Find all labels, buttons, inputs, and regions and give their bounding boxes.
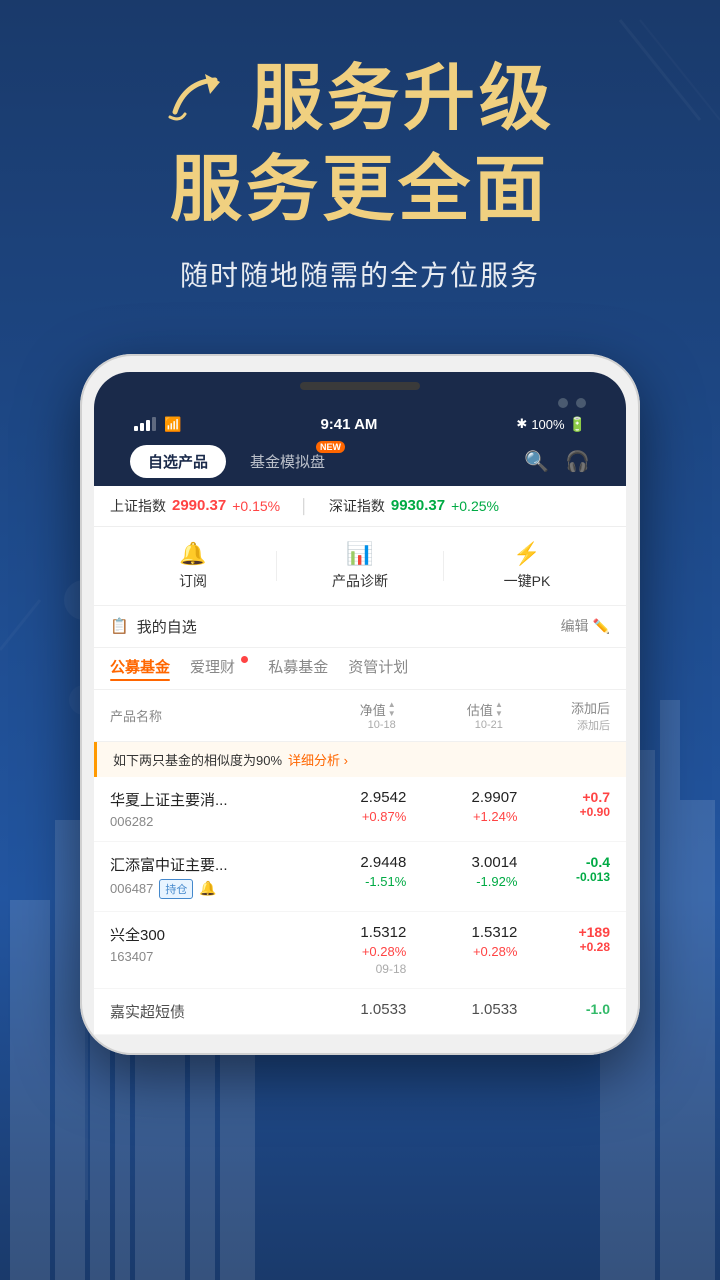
action-diagnose[interactable]: 📊 产品诊断 [277, 541, 443, 591]
watchlist-icon: 📋 [110, 617, 129, 635]
promo-subtitle: 随时随地随需的全方位服务 [40, 254, 680, 294]
status-signal: 📶 [134, 416, 181, 433]
col-header-name: 产品名称 [110, 706, 289, 725]
edit-icon: ✏️ [593, 618, 610, 635]
fund-bell-2: 🔔 [199, 880, 216, 897]
fund-nav-col-3: 1.5312 +0.28% 09-18 [295, 924, 406, 976]
arrow-icon [165, 72, 235, 127]
fund-est-col-3: 1.5312 +0.28% [406, 924, 517, 959]
action-subscribe[interactable]: 🔔 订阅 [110, 541, 276, 591]
fund-tag-2: 持仓 [159, 879, 193, 899]
ticker-shanghai: 上证指数 2990.37 +0.15% [110, 496, 280, 516]
col-header-est: 估值 ▲▼ 10-21 [396, 700, 503, 731]
new-dot-badge [241, 656, 248, 663]
fund-code-3: 163407 [110, 949, 153, 964]
tab-icons: 🔍 🎧 [524, 445, 590, 478]
fund-nav-col-1: 2.9542 +0.87% [295, 789, 406, 824]
sort-arrows-nav: ▲▼ [388, 700, 396, 718]
fund-info-3: 兴全300 163407 [110, 924, 295, 964]
phone-speaker [300, 382, 420, 390]
action-pk[interactable]: ⚡ 一键PK [444, 541, 610, 591]
fund-name-4: 嘉实超短债 [110, 1001, 295, 1022]
watchlist-title: 📋 我的自选 [110, 616, 197, 637]
col-header-nav: 净值 ▲▼ 10-18 [289, 700, 396, 731]
fund-name-2: 汇添富中证主要... [110, 854, 295, 875]
battery-icon: 🔋 [569, 416, 586, 433]
fund-est-col-4: 1.0533 [406, 1001, 517, 1018]
fund-nav-col-2: 2.9448 -1.51% [295, 854, 406, 889]
fund-code-row-1: 006282 [110, 814, 295, 829]
fund-code-row-2: 006487 持仓 🔔 [110, 879, 295, 899]
fund-est-col-2: 3.0014 -1.92% [406, 854, 517, 889]
ticker-shenzhen: 深证指数 9930.37 +0.25% [329, 496, 499, 516]
market-ticker: 上证指数 2990.37 +0.15% │ 深证指数 9930.37 +0.25… [94, 486, 626, 527]
tab-bar: 自选产品 基金模拟盘 NEW 🔍 🎧 [114, 437, 606, 486]
status-time: 9:41 AM [320, 416, 377, 433]
phone-mockup: 📶 9:41 AM ✱ 100% 🔋 自选产品 基金模拟盘 NEW [80, 354, 640, 1055]
wifi-icon: 📶 [164, 416, 181, 433]
promo-section: 服务升级 服务更全面 随时随地随需的全方位服务 [0, 0, 720, 324]
watchlist-header: 📋 我的自选 编辑 ✏️ [94, 606, 626, 648]
phone-camera-row [114, 398, 606, 408]
fund-return-1: +0.7 +0.90 [517, 789, 610, 819]
promo-title-line2: 服务更全面 [40, 147, 680, 233]
fund-return-3: +189 +0.28 [517, 924, 610, 954]
fund-row-1[interactable]: 华夏上证主要消... 006282 2.9542 +0.87% 2.9907 +… [94, 777, 626, 842]
cat-tab-asset-mgmt[interactable]: 资管计划 [348, 656, 408, 681]
tab-fund-simulator[interactable]: 基金模拟盘 NEW [232, 445, 343, 478]
ticker-divider: │ [300, 498, 309, 514]
fund-code-row-3: 163407 [110, 949, 295, 964]
signal-bars-icon [134, 417, 156, 431]
fund-info-4: 嘉实超短债 [110, 1001, 295, 1022]
chart-icon: 📊 [346, 541, 373, 567]
fund-row-4[interactable]: 嘉实超短债 1.0533 1.0533 -1.0 [94, 989, 626, 1035]
cat-tab-public-fund[interactable]: 公募基金 [110, 656, 170, 681]
tab-watchlist[interactable]: 自选产品 [130, 445, 226, 478]
similarity-link[interactable]: 详细分析 › [288, 750, 348, 769]
fund-name-1: 华夏上证主要消... [110, 789, 295, 810]
new-badge: NEW [316, 441, 345, 453]
fund-row-3[interactable]: 兴全300 163407 1.5312 +0.28% 09-18 1.5312 … [94, 912, 626, 989]
cat-tab-wealth[interactable]: 爱理财 [190, 656, 248, 681]
fund-name-3: 兴全300 [110, 924, 295, 945]
battery-percent: 100% [531, 417, 564, 432]
headset-icon[interactable]: 🎧 [565, 449, 590, 474]
category-tabs: 公募基金 爱理财 私募基金 资管计划 [94, 648, 626, 690]
fund-info-1: 华夏上证主要消... 006282 [110, 789, 295, 829]
fund-info-2: 汇添富中证主要... 006487 持仓 🔔 [110, 854, 295, 899]
status-right: ✱ 100% 🔋 [516, 416, 586, 433]
fund-code-2: 006487 [110, 881, 153, 896]
fund-nav-col-4: 1.0533 [295, 1001, 406, 1018]
col-header-return: 添加后 添加后 [503, 698, 610, 733]
status-bar: 📶 9:41 AM ✱ 100% 🔋 [114, 412, 606, 437]
vs-icon: ⚡ [513, 541, 540, 567]
fund-return-2: -0.4 -0.013 [517, 854, 610, 884]
watchlist-edit-button[interactable]: 编辑 ✏️ [561, 616, 610, 636]
table-header: 产品名称 净值 ▲▼ 10-18 估值 ▲▼ 10-21 添加后 [94, 690, 626, 742]
promo-title-line1: 服务升级 [40, 60, 680, 139]
bluetooth-icon: ✱ [516, 416, 527, 432]
sort-arrows-est: ▲▼ [495, 700, 503, 718]
action-bar: 🔔 订阅 📊 产品诊断 ⚡ 一键PK [94, 527, 626, 606]
cat-tab-private-fund[interactable]: 私募基金 [268, 656, 328, 681]
fund-est-col-1: 2.9907 +1.24% [406, 789, 517, 824]
bell-icon: 🔔 [179, 541, 206, 567]
fund-row-2[interactable]: 汇添富中证主要... 006487 持仓 🔔 2.9448 -1.51% 3.0… [94, 842, 626, 912]
search-icon[interactable]: 🔍 [524, 449, 549, 474]
fund-code-1: 006282 [110, 814, 153, 829]
fund-return-4: -1.0 [517, 1001, 610, 1017]
similarity-notice: 如下两只基金的相似度为90% 详细分析 › [94, 742, 626, 777]
